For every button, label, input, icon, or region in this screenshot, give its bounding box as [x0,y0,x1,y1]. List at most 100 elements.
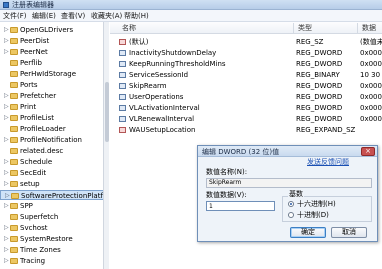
expand-arrow-icon[interactable]: ▷ [4,93,9,99]
folder-icon [10,170,18,176]
binary-value-icon [119,105,126,111]
folder-icon [10,148,18,154]
expand-arrow-icon[interactable]: ▷ [4,181,9,187]
value-row[interactable]: KeepRunningThresholdMins REG_DWORD 0x00000 [110,59,382,69]
tree-item[interactable]: ▷ setup [0,179,108,189]
value-data-field[interactable] [206,201,275,211]
decimal-radio-label[interactable]: 十进制(D) [297,211,329,219]
expand-arrow-icon[interactable]: ▷ [4,225,9,231]
value-name: SkipRearm [129,82,167,90]
tree-item[interactable]: ▷ Schedule [0,157,108,167]
list-header: 名称 类型 数据 [110,22,382,34]
column-header-type[interactable]: 类型 [298,24,312,32]
value-data: 0x00000 [360,82,382,90]
value-row[interactable]: VLRenewalInterval REG_DWORD 0x00000 [110,114,382,124]
tree-item[interactable]: related.desc [0,146,108,156]
value-data-input[interactable] [207,202,274,210]
value-row[interactable]: VLActivationInterval REG_DWORD 0x00000 [110,103,382,113]
value-name: VLActivationInterval [129,104,200,112]
value-type: REG_DWORD [296,104,343,112]
expand-arrow-icon[interactable]: ▷ [4,38,9,44]
tree-item-label: PeerDist [20,37,50,45]
column-header-name[interactable]: 名称 [122,24,136,32]
menu-edit[interactable]: 编辑(E) [32,12,56,20]
tree-item[interactable]: ▷ PeerNet [0,47,108,57]
folder-icon [10,214,18,220]
tree-item[interactable]: ▷ SPP [0,201,108,211]
tree-item[interactable]: Ports [0,80,108,90]
tree-item-label: Ports [20,81,38,89]
tree-item-label: OpenGLDrivers [20,26,74,34]
expand-arrow-icon[interactable]: ▷ [4,247,9,253]
tree-item[interactable]: PerHwIdStorage [0,69,108,79]
tree-scrollbar[interactable] [103,22,109,269]
value-row[interactable]: SkipRearm REG_DWORD 0x00000 [110,81,382,91]
menu-view[interactable]: 查看(V) [61,12,85,20]
base-group: 十六进制(H) 十进制(D) [282,196,372,222]
folder-icon [10,247,18,253]
expand-arrow-icon[interactable]: ▷ [4,159,9,165]
tree-item[interactable]: ▷ Tracing [0,256,108,266]
tree-item[interactable]: ▷ Time Zones [0,245,108,255]
tree-item-label: Tracing [20,257,46,265]
tree-item[interactable]: ▷ OpenGLDrivers [0,25,108,35]
value-name: KeepRunningThresholdMins [129,60,226,68]
value-name: VLRenewalInterval [129,115,195,123]
ok-button[interactable]: 确定 [290,227,326,238]
tree-item[interactable]: ▷ SystemRestore [0,234,108,244]
value-row[interactable]: (默认) REG_SZ (数值未 [110,37,382,47]
value-row[interactable]: UserOperations REG_DWORD 0x00000 [110,92,382,102]
expand-arrow-icon[interactable]: ▷ [4,236,9,242]
tree-item[interactable]: ▷ Svchost [0,223,108,233]
hex-radio[interactable] [288,201,294,207]
tree-item-label: setup [20,180,40,188]
tree-item[interactable]: ProfileLoader [0,124,108,134]
folder-icon [10,104,18,110]
folder-icon [10,137,18,143]
tree-item-label: Prefetcher [20,92,57,100]
tree-item[interactable]: ▷ Print [0,102,108,112]
menu-favorites[interactable]: 收藏夹(A) [91,12,122,20]
tree-item[interactable]: ▷ SecEdit [0,168,108,178]
value-row[interactable]: WAUSetupLocation REG_EXPAND_SZ [110,125,382,135]
expand-arrow-icon[interactable]: ▷ [4,170,9,176]
menu-file[interactable]: 文件(F) [3,12,27,20]
expand-arrow-icon[interactable]: ▷ [4,49,9,55]
tree-item[interactable]: ▷ Prefetcher [0,91,108,101]
menu-help[interactable]: 帮助(H) [124,12,149,20]
column-header-data[interactable]: 数据 [362,24,376,32]
expand-arrow-icon[interactable]: ▷ [5,193,10,199]
expand-arrow-icon[interactable]: ▷ [4,137,9,143]
folder-icon [10,181,18,187]
value-data: 0x00000 [360,115,382,123]
tree-scrollbar-thumb[interactable] [105,82,109,142]
hex-radio-label[interactable]: 十六进制(H) [297,200,336,208]
tree-item[interactable]: ▷ SoftwareProtectionPlatform [0,190,108,200]
tree-item[interactable]: ▷ PeerDist [0,36,108,46]
expand-arrow-icon[interactable]: ▷ [4,258,9,264]
value-row[interactable]: InactivityShutdownDelay REG_DWORD 0x00000 [110,48,382,58]
expand-arrow-icon[interactable]: ▷ [4,115,9,121]
expand-arrow-icon[interactable]: ▷ [4,27,9,33]
dialog-title: 编辑 DWORD (32 位)值 [202,148,280,156]
folder-icon [11,193,19,199]
decimal-radio[interactable] [288,212,294,218]
value-row[interactable]: ServiceSessionId REG_BINARY 10 30 d [110,70,382,80]
cancel-button[interactable]: 取消 [331,227,367,238]
tree-item[interactable]: Superfetch [0,212,108,222]
tree-item[interactable]: ▷ ProfileList [0,113,108,123]
tree-item-label: Perflib [20,59,42,67]
value-type: REG_EXPAND_SZ [296,126,356,134]
expand-arrow-icon[interactable]: ▷ [4,203,9,209]
tree-item[interactable]: ▷ ProfileNotification [0,135,108,145]
column-divider[interactable] [293,23,294,33]
value-data: 0x00000 [360,60,382,68]
folder-icon [10,115,18,121]
expand-arrow-icon[interactable]: ▷ [4,104,9,110]
column-divider[interactable] [357,23,358,33]
feedback-link[interactable]: 发送反馈问题 [307,158,349,166]
tree-item[interactable]: Perflib [0,58,108,68]
registry-key-tree[interactable]: ▷ OpenGLDrivers ▷ PeerDist ▷ PeerNet Perflib Pe… [0,22,109,269]
tree-item-label: ProfileLoader [20,125,66,133]
close-icon[interactable]: × [361,147,375,156]
